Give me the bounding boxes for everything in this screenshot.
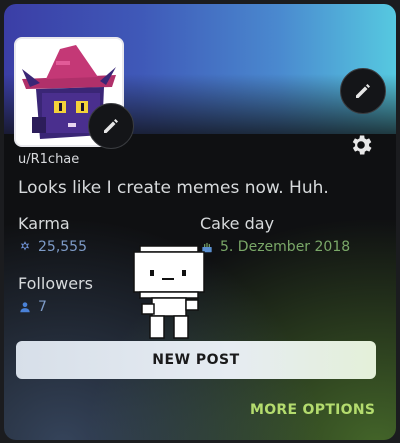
profile-bio: Looks like I create memes now. Huh. — [18, 178, 329, 198]
pencil-icon — [104, 119, 118, 133]
more-options-link[interactable]: MORE OPTIONS — [250, 402, 375, 418]
username[interactable]: u/R1chae — [18, 152, 79, 167]
pencil-icon — [356, 84, 370, 98]
edit-banner-button[interactable] — [340, 68, 386, 114]
karma-label: Karma — [18, 214, 70, 233]
followers-label: Followers — [18, 274, 93, 293]
karma-value: 25,555 — [18, 239, 87, 255]
karma-icon — [20, 241, 30, 251]
new-post-button[interactable]: NEW POST — [16, 341, 376, 379]
followers-value[interactable]: 7 — [18, 299, 47, 315]
person-icon — [20, 302, 30, 313]
cakeday-label: Cake day — [200, 214, 275, 233]
gear-icon[interactable] — [348, 132, 374, 158]
edit-avatar-button[interactable] — [88, 103, 134, 149]
pixel-character-sticker — [133, 245, 205, 339]
cakeday-value: 5. Dezember 2018 — [200, 239, 350, 255]
